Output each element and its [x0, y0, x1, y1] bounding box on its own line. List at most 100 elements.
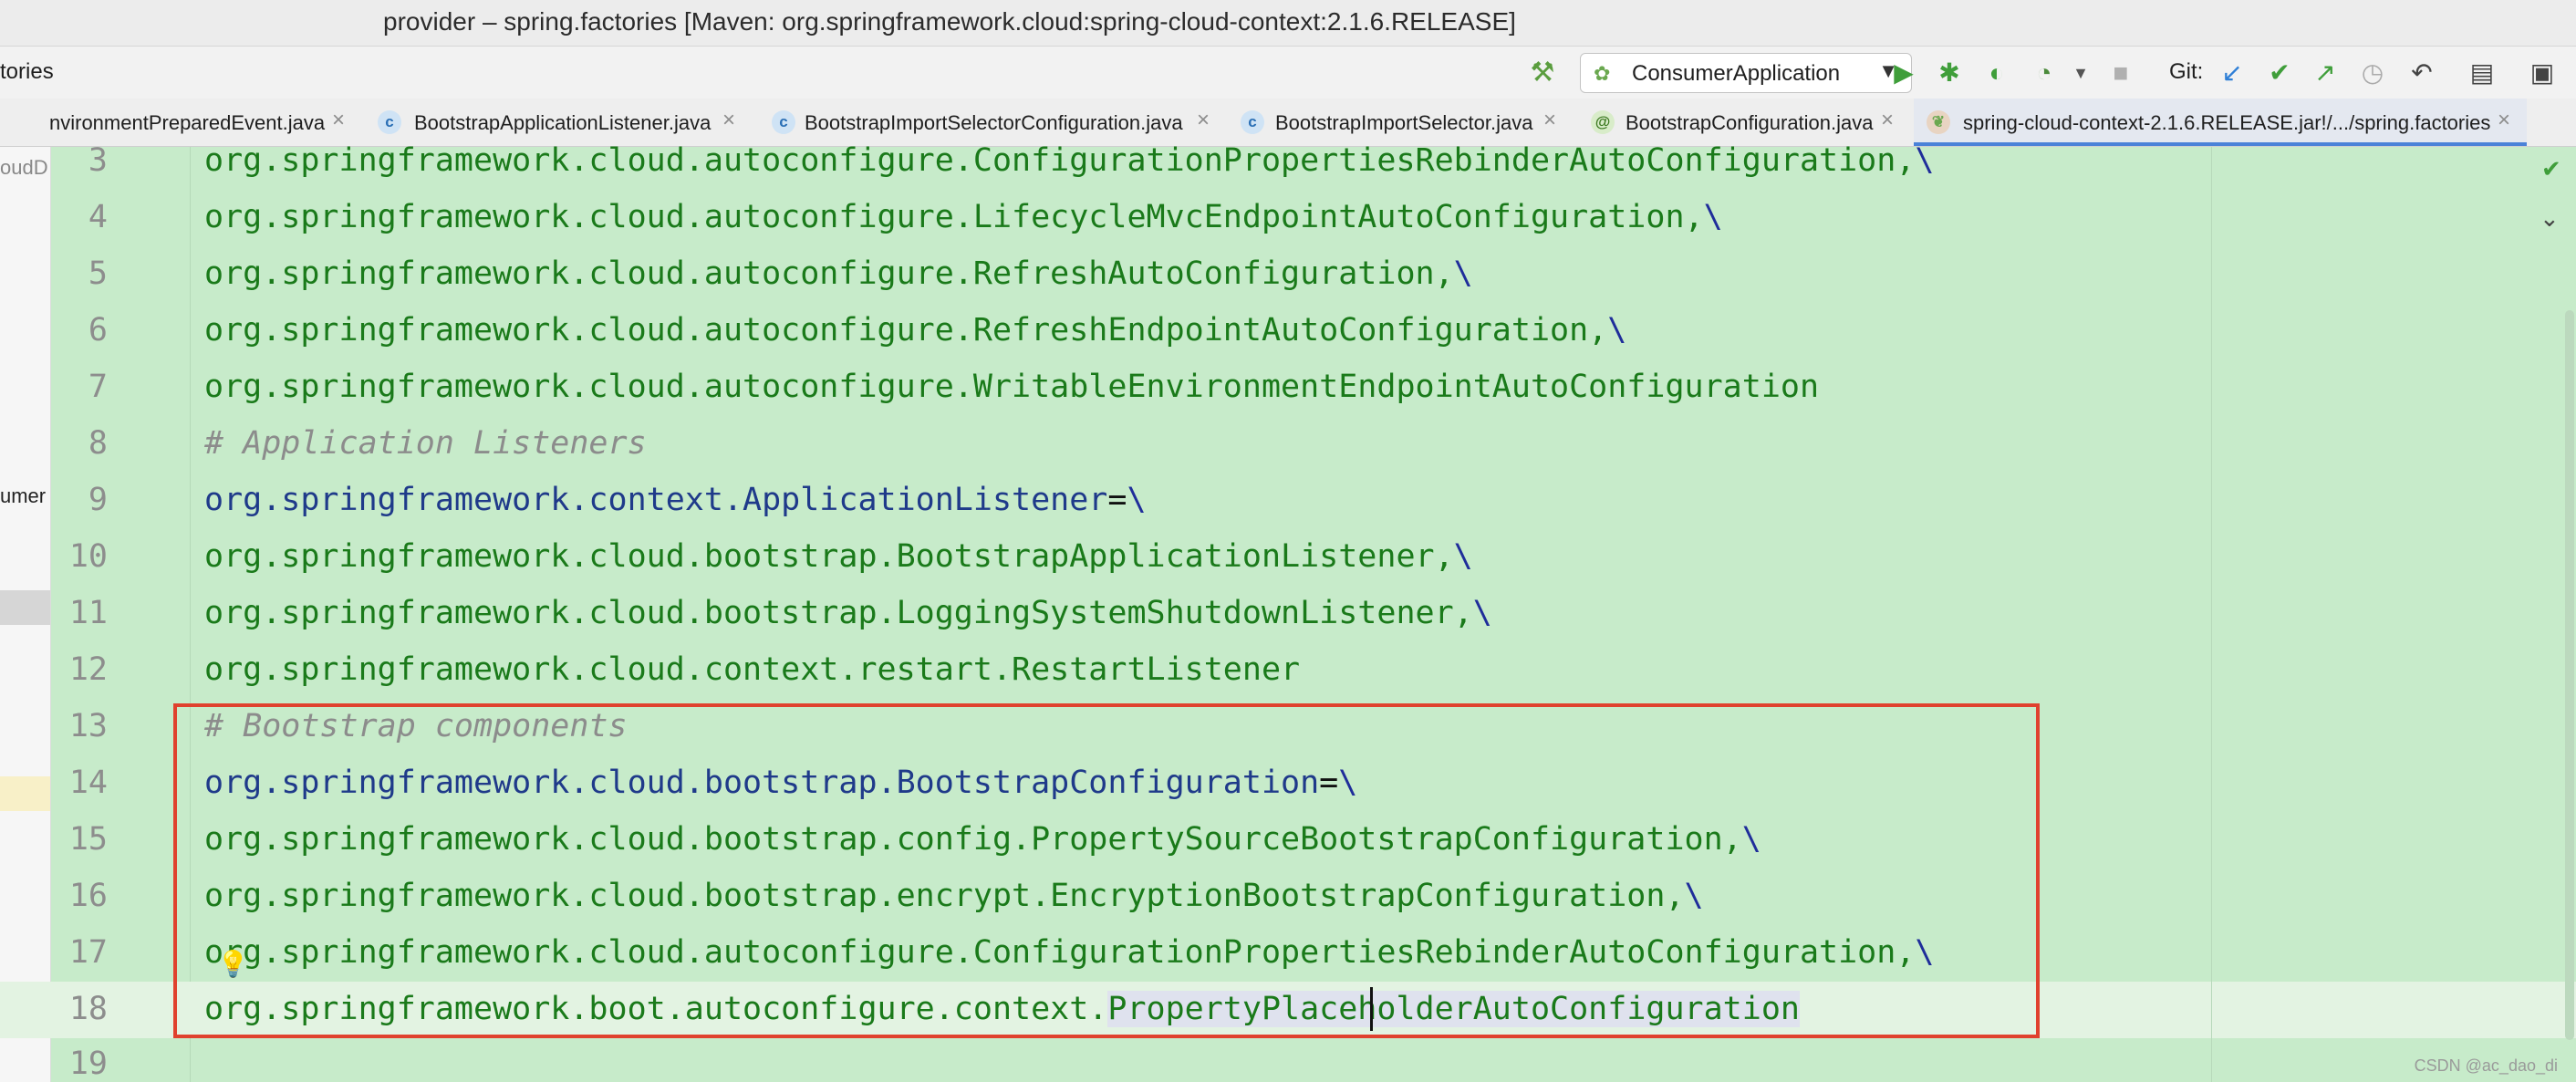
code-value: org.springframework.cloud.bootstrap.Boot… — [204, 538, 1454, 575]
debug-icon[interactable]: ✱ — [1932, 56, 1967, 90]
equals-sign: = — [1107, 482, 1127, 518]
line-continuation: \ — [1607, 312, 1627, 349]
close-icon[interactable]: × — [2498, 108, 2510, 133]
class-icon: c — [378, 110, 401, 134]
property-key: org.springframework.context.ApplicationL… — [204, 482, 1108, 518]
line-continuation: \ — [1915, 142, 1935, 179]
class-icon: c — [1241, 110, 1264, 134]
line-number: 18 — [68, 991, 108, 1027]
line-number: 6 — [88, 312, 108, 349]
line-number: 17 — [68, 934, 108, 971]
tab-bootstrap-application-listener[interactable]: c BootstrapApplicationListener.java × — [374, 99, 757, 146]
git-label: Git: — [2169, 59, 2204, 84]
profile-dropdown-chevron-icon[interactable]: ▼ — [2063, 56, 2098, 90]
line-number: 16 — [68, 878, 108, 914]
line-continuation: \ — [1703, 199, 1723, 235]
main-toolbar: tories ⚒ ✿ ConsumerApplication ▼ ▶ ✱ ◐ ◔… — [0, 47, 2576, 99]
class-icon: c — [772, 110, 795, 134]
tab-label: spring-cloud-context-2.1.6.RELEASE.jar!/… — [1963, 111, 2491, 134]
line-continuation: \ — [1127, 482, 1147, 518]
line-number: 19 — [68, 1046, 108, 1082]
tab-label: BootstrapImportSelector.java — [1275, 111, 1533, 134]
inspection-ok-check-icon[interactable]: ✔ — [2541, 155, 2561, 183]
tab-label: BootstrapConfiguration.java — [1626, 111, 1874, 134]
tab-label: BootstrapApplicationListener.java — [414, 111, 712, 134]
git-commit-icon[interactable]: ✔ — [2262, 56, 2297, 90]
git-update-icon[interactable]: ↙ — [2215, 56, 2249, 90]
code-line[interactable]: org.springframework.cloud.context.restar… — [204, 651, 1300, 688]
line-number: 13 — [68, 708, 108, 744]
profile-icon[interactable]: ◔ — [2027, 56, 2062, 90]
spring-boot-icon: ✿ — [1594, 62, 1611, 85]
tab-list-chevron-icon[interactable]: ⌄ — [2540, 204, 2560, 233]
line-number: 9 — [88, 482, 108, 518]
build-hammer-icon[interactable]: ⚒ — [1525, 56, 1560, 90]
line-number: 7 — [88, 369, 108, 405]
window-title: provider – spring.factories [Maven: org.… — [383, 7, 1516, 36]
tab-label: BootstrapImportSelectorConfiguration.jav… — [805, 111, 1183, 134]
code-line[interactable]: org.springframework.cloud.bootstrap.Boot… — [204, 538, 1473, 575]
code-line[interactable]: org.springframework.cloud.autoconfigure.… — [204, 142, 1934, 179]
run-icon[interactable]: ▶ — [1886, 56, 1921, 90]
close-icon[interactable]: × — [1543, 108, 1556, 133]
close-icon[interactable]: × — [1197, 108, 1210, 133]
tab-bootstrap-import-selector-configuration[interactable]: c BootstrapImportSelectorConfiguration.j… — [768, 99, 1224, 146]
editor-vertical-scrollbar[interactable] — [2565, 310, 2574, 1040]
line-number: 5 — [88, 255, 108, 292]
close-icon[interactable]: × — [332, 108, 345, 133]
code-value: org.springframework.cloud.autoconfigure.… — [204, 255, 1454, 292]
stop-icon[interactable]: ■ — [2103, 56, 2138, 90]
line-number: 3 — [88, 142, 108, 179]
line-continuation: \ — [1453, 538, 1473, 575]
breadcrumb[interactable]: tories — [0, 59, 54, 85]
spring-factories-file-icon: ❦ — [1927, 110, 1950, 134]
line-number: 15 — [68, 821, 108, 858]
tab-bootstrap-import-selector[interactable]: c BootstrapImportSelector.java × — [1237, 99, 1574, 146]
code-line[interactable]: org.springframework.cloud.autoconfigure.… — [204, 312, 1626, 349]
project-item-fragment[interactable]: umer — [0, 484, 46, 508]
tab-environment-prepared-event[interactable]: nvironmentPreparedEvent.java × — [49, 99, 359, 146]
run-configuration-label: ConsumerApplication — [1632, 61, 1841, 86]
git-rollback-icon[interactable]: ↶ — [2405, 56, 2439, 90]
code-line[interactable]: org.springframework.cloud.autoconfigure.… — [204, 369, 1819, 405]
layout-icon[interactable]: ▣ — [2525, 56, 2560, 90]
code-line[interactable]: # Application Listeners — [204, 425, 647, 462]
code-value: org.springframework.cloud.autoconfigure.… — [204, 199, 1704, 235]
code-value: org.springframework.cloud.autoconfigure.… — [204, 142, 1916, 179]
coverage-icon[interactable]: ◐ — [1979, 56, 2014, 90]
project-panel-clipped: oudD umer — [0, 147, 51, 1082]
highlighted-project-item[interactable] — [0, 776, 50, 811]
project-structure-icon[interactable]: ▤ — [2465, 56, 2499, 90]
line-number: 12 — [68, 651, 108, 688]
highlight-annotation-box — [173, 703, 2040, 1038]
code-comment: # Application Listeners — [204, 425, 647, 462]
code-line[interactable]: org.springframework.cloud.autoconfigure.… — [204, 199, 1723, 235]
project-item-fragment[interactable]: oudD — [0, 156, 48, 180]
git-history-icon[interactable]: ◷ — [2355, 56, 2390, 90]
tab-bootstrap-configuration[interactable]: @ BootstrapConfiguration.java × — [1587, 99, 1906, 146]
close-icon[interactable]: × — [1881, 108, 1894, 133]
editor-tab-bar: — nvironmentPreparedEvent.java × c Boots… — [0, 99, 2576, 234]
line-number: 10 — [68, 538, 108, 575]
line-continuation: \ — [1453, 255, 1473, 292]
watermark: CSDN @ac_dao_di — [2414, 1056, 2558, 1075]
run-configuration-dropdown[interactable]: ✿ ConsumerApplication ▼ — [1580, 53, 1912, 93]
code-value: org.springframework.cloud.autoconfigure.… — [204, 312, 1608, 349]
line-number: 4 — [88, 199, 108, 235]
code-value: org.springframework.cloud.context.restar… — [204, 651, 1301, 688]
code-line[interactable]: org.springframework.cloud.bootstrap.Logg… — [204, 595, 1492, 631]
line-number: 14 — [68, 765, 108, 801]
line-number: 8 — [88, 425, 108, 462]
line-number: 11 — [68, 595, 108, 631]
title-bar: provider – spring.factories [Maven: org.… — [0, 0, 2576, 47]
code-value: org.springframework.cloud.bootstrap.Logg… — [204, 595, 1473, 631]
git-push-icon[interactable]: ↗ — [2308, 56, 2342, 90]
right-margin-guide — [2211, 147, 2212, 1082]
close-icon[interactable]: × — [722, 108, 735, 133]
selected-project-item[interactable] — [0, 590, 50, 625]
code-line[interactable]: org.springframework.cloud.autoconfigure.… — [204, 255, 1473, 292]
tab-spring-factories[interactable]: ❦ spring-cloud-context-2.1.6.RELEASE.jar… — [1914, 99, 2527, 146]
code-line[interactable]: org.springframework.context.ApplicationL… — [204, 482, 1147, 518]
line-continuation: \ — [1472, 595, 1492, 631]
tab-label: nvironmentPreparedEvent.java — [49, 111, 326, 134]
